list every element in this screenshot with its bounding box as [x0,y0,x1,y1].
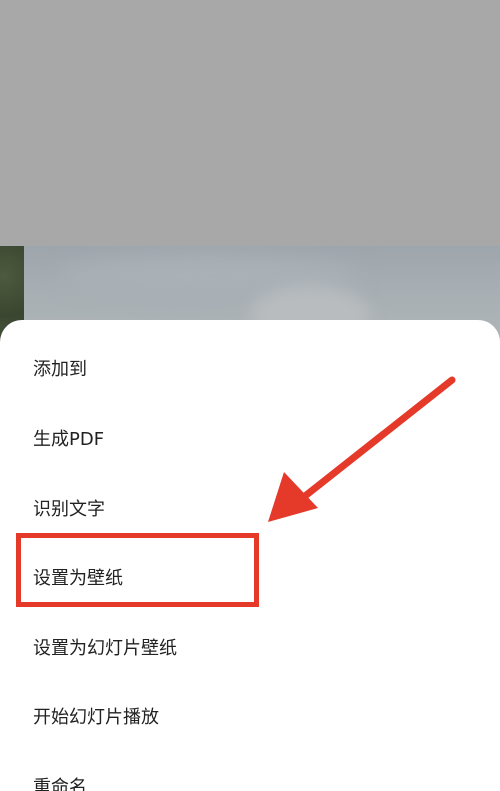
highlight-box [16,533,259,607]
menu-item-recognize-text[interactable]: 识别文字 [33,498,105,522]
menu-item-start-slideshow[interactable]: 开始幻灯片播放 [33,706,159,730]
dimmed-backdrop[interactable] [0,0,500,246]
menu-item-generate-pdf[interactable]: 生成PDF [33,428,104,452]
menu-item-add-to[interactable]: 添加到 [33,358,87,382]
menu-item-rename[interactable]: 重命名 [33,776,87,791]
menu-item-set-slideshow-wallpaper[interactable]: 设置为幻灯片壁纸 [33,637,177,661]
